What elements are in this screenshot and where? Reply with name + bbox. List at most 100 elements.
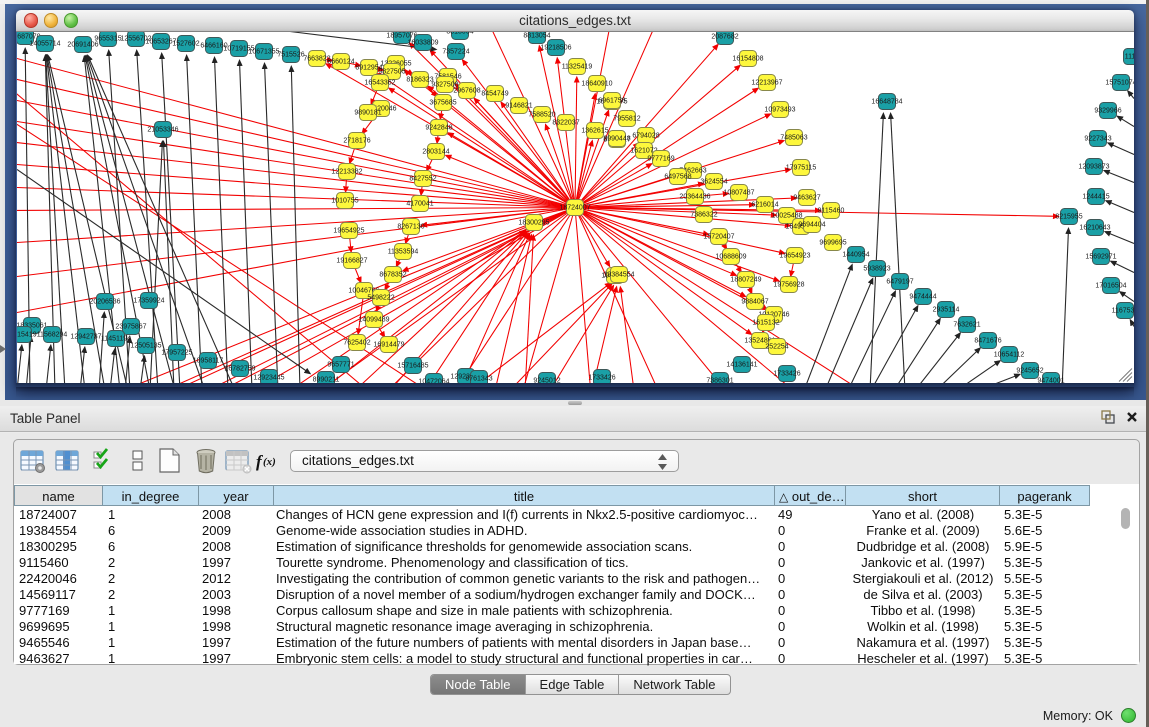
- svg-text:16648784: 16648784: [871, 98, 902, 105]
- svg-text:8267130: 8267130: [397, 223, 424, 230]
- svg-text:15720407: 15720407: [703, 233, 734, 240]
- svg-text:8990448: 8990448: [603, 135, 630, 142]
- svg-text:6479197: 6479197: [886, 278, 913, 285]
- svg-text:19756928: 19756928: [773, 281, 804, 288]
- svg-text:5938923: 5938923: [863, 265, 890, 272]
- svg-text:23975867: 23975867: [115, 323, 146, 330]
- svg-text:9474444: 9474444: [909, 293, 936, 300]
- svg-text:8471676: 8471676: [974, 337, 1001, 344]
- svg-text:15692971: 15692971: [1085, 253, 1116, 260]
- svg-text:8761343: 8761343: [465, 375, 492, 382]
- svg-text:17016504: 17016504: [1095, 282, 1126, 289]
- svg-text:19218506: 19218506: [540, 44, 571, 51]
- svg-text:6794028: 6794028: [632, 132, 659, 139]
- svg-text:16914479: 16914479: [373, 341, 404, 348]
- svg-text:1440954: 1440954: [842, 251, 869, 258]
- svg-text:17957225: 17957225: [161, 349, 192, 356]
- svg-text:7625402: 7625402: [343, 339, 370, 346]
- svg-text:14055714: 14055714: [29, 40, 60, 47]
- svg-text:6497568: 6497568: [664, 173, 691, 180]
- svg-text:11325419: 11325419: [562, 63, 593, 70]
- svg-text:9699695: 9699695: [819, 239, 846, 246]
- svg-text:8215955: 8215955: [1055, 213, 1082, 220]
- svg-text:10688609: 10688609: [715, 253, 746, 260]
- svg-text:9329966: 9329966: [1094, 107, 1121, 114]
- svg-text:9694404: 9694404: [798, 221, 825, 228]
- svg-text:9655315: 9655315: [94, 35, 121, 42]
- svg-text:19166827: 19166827: [336, 257, 367, 264]
- svg-text:10958117: 10958117: [193, 357, 224, 364]
- svg-text:252254: 252254: [765, 343, 788, 350]
- svg-text:15716485: 15716485: [397, 362, 428, 369]
- svg-text:8454749: 8454749: [481, 90, 508, 97]
- svg-text:9146821: 9146821: [505, 102, 532, 109]
- svg-text:3675685: 3675685: [429, 99, 456, 106]
- svg-text:14099489: 14099489: [358, 316, 389, 323]
- svg-text:7588520: 7588520: [528, 111, 555, 118]
- svg-text:19654923: 19654923: [779, 252, 810, 259]
- svg-text:16210643: 16210643: [1079, 224, 1110, 231]
- svg-text:8813054: 8813054: [446, 32, 473, 36]
- svg-text:20691406: 20691406: [67, 41, 98, 48]
- svg-text:8427552: 8427552: [409, 175, 436, 182]
- svg-text:16154808: 16154808: [732, 55, 763, 62]
- svg-text:1244415: 1244415: [1082, 193, 1109, 200]
- svg-text:(x): (x): [263, 456, 276, 468]
- svg-text:16782759: 16782759: [224, 365, 255, 372]
- svg-text:8678352: 8678352: [379, 271, 406, 278]
- svg-text:18807249: 18807249: [730, 276, 761, 283]
- svg-text:10671355: 10671355: [248, 48, 279, 55]
- svg-text:8813054: 8813054: [523, 32, 550, 39]
- svg-text:9884067: 9884067: [741, 298, 768, 305]
- svg-text:7515526: 7515526: [277, 51, 304, 58]
- svg-text:12505135: 12505135: [130, 342, 161, 349]
- svg-text:6961758: 6961758: [598, 97, 625, 104]
- svg-text:12213967: 12213967: [751, 79, 782, 86]
- svg-text:10654112: 10654112: [994, 351, 1025, 358]
- svg-text:3624554: 3624554: [700, 178, 727, 185]
- svg-text:15751074: 15751074: [1105, 79, 1134, 86]
- svg-text:2087682: 2087682: [711, 33, 738, 40]
- svg-text:12093873: 12093873: [1078, 163, 1109, 170]
- svg-text:16543362: 16543362: [364, 79, 395, 86]
- svg-text:1733426: 1733426: [588, 374, 615, 381]
- svg-text:9463627: 9463627: [793, 194, 820, 201]
- svg-text:9242848: 9242848: [425, 124, 452, 131]
- svg-text:9777169: 9777169: [647, 155, 674, 162]
- svg-text:21053346: 21053346: [147, 126, 178, 133]
- svg-text:18957076: 18957076: [386, 32, 417, 39]
- svg-text:14136141: 14136141: [726, 361, 757, 368]
- svg-text:1733426: 1733426: [773, 370, 800, 377]
- svg-text:18724007: 18724007: [559, 204, 590, 211]
- svg-text:8322037: 8322037: [552, 119, 579, 126]
- svg-text:1527602: 1527602: [172, 40, 199, 47]
- svg-text:18300295: 18300295: [518, 219, 549, 226]
- svg-text:10807487: 10807487: [723, 189, 754, 196]
- svg-text:9657771: 9657771: [327, 361, 354, 368]
- svg-text:7357224: 7357224: [442, 48, 469, 55]
- svg-text:20206536: 20206536: [89, 298, 120, 305]
- svg-text:2967608: 2967608: [453, 87, 480, 94]
- svg-text:8186323: 8186323: [406, 76, 433, 83]
- svg-text:9115460: 9115460: [818, 207, 845, 214]
- svg-text:18640910: 18640910: [581, 80, 612, 87]
- svg-text:1117: 1117: [1125, 53, 1134, 60]
- svg-text:8660124: 8660124: [327, 58, 354, 65]
- svg-text:6216014: 6216014: [751, 201, 778, 208]
- svg-text:2935114: 2935114: [933, 306, 960, 313]
- svg-text:11451194: 11451194: [101, 335, 131, 342]
- svg-text:7386322: 7386322: [690, 211, 717, 218]
- svg-text:1615132: 1615132: [752, 319, 779, 326]
- svg-text:10973493: 10973493: [764, 106, 795, 113]
- svg-text:12942737: 12942737: [70, 333, 101, 340]
- svg-text:11568294: 11568294: [37, 331, 68, 338]
- svg-text:16033809: 16033809: [407, 39, 438, 46]
- svg-text:19384554: 19384554: [603, 271, 634, 278]
- svg-text:20364436: 20364436: [679, 193, 710, 200]
- svg-text:7632621: 7632621: [953, 321, 980, 328]
- svg-text:9890181: 9890181: [354, 109, 381, 116]
- svg-text:17359924: 17359924: [133, 297, 164, 304]
- svg-text:12923445: 12923445: [253, 374, 284, 381]
- svg-text:9245652: 9245652: [1016, 367, 1043, 374]
- svg-text:1167533: 1167533: [1112, 307, 1134, 314]
